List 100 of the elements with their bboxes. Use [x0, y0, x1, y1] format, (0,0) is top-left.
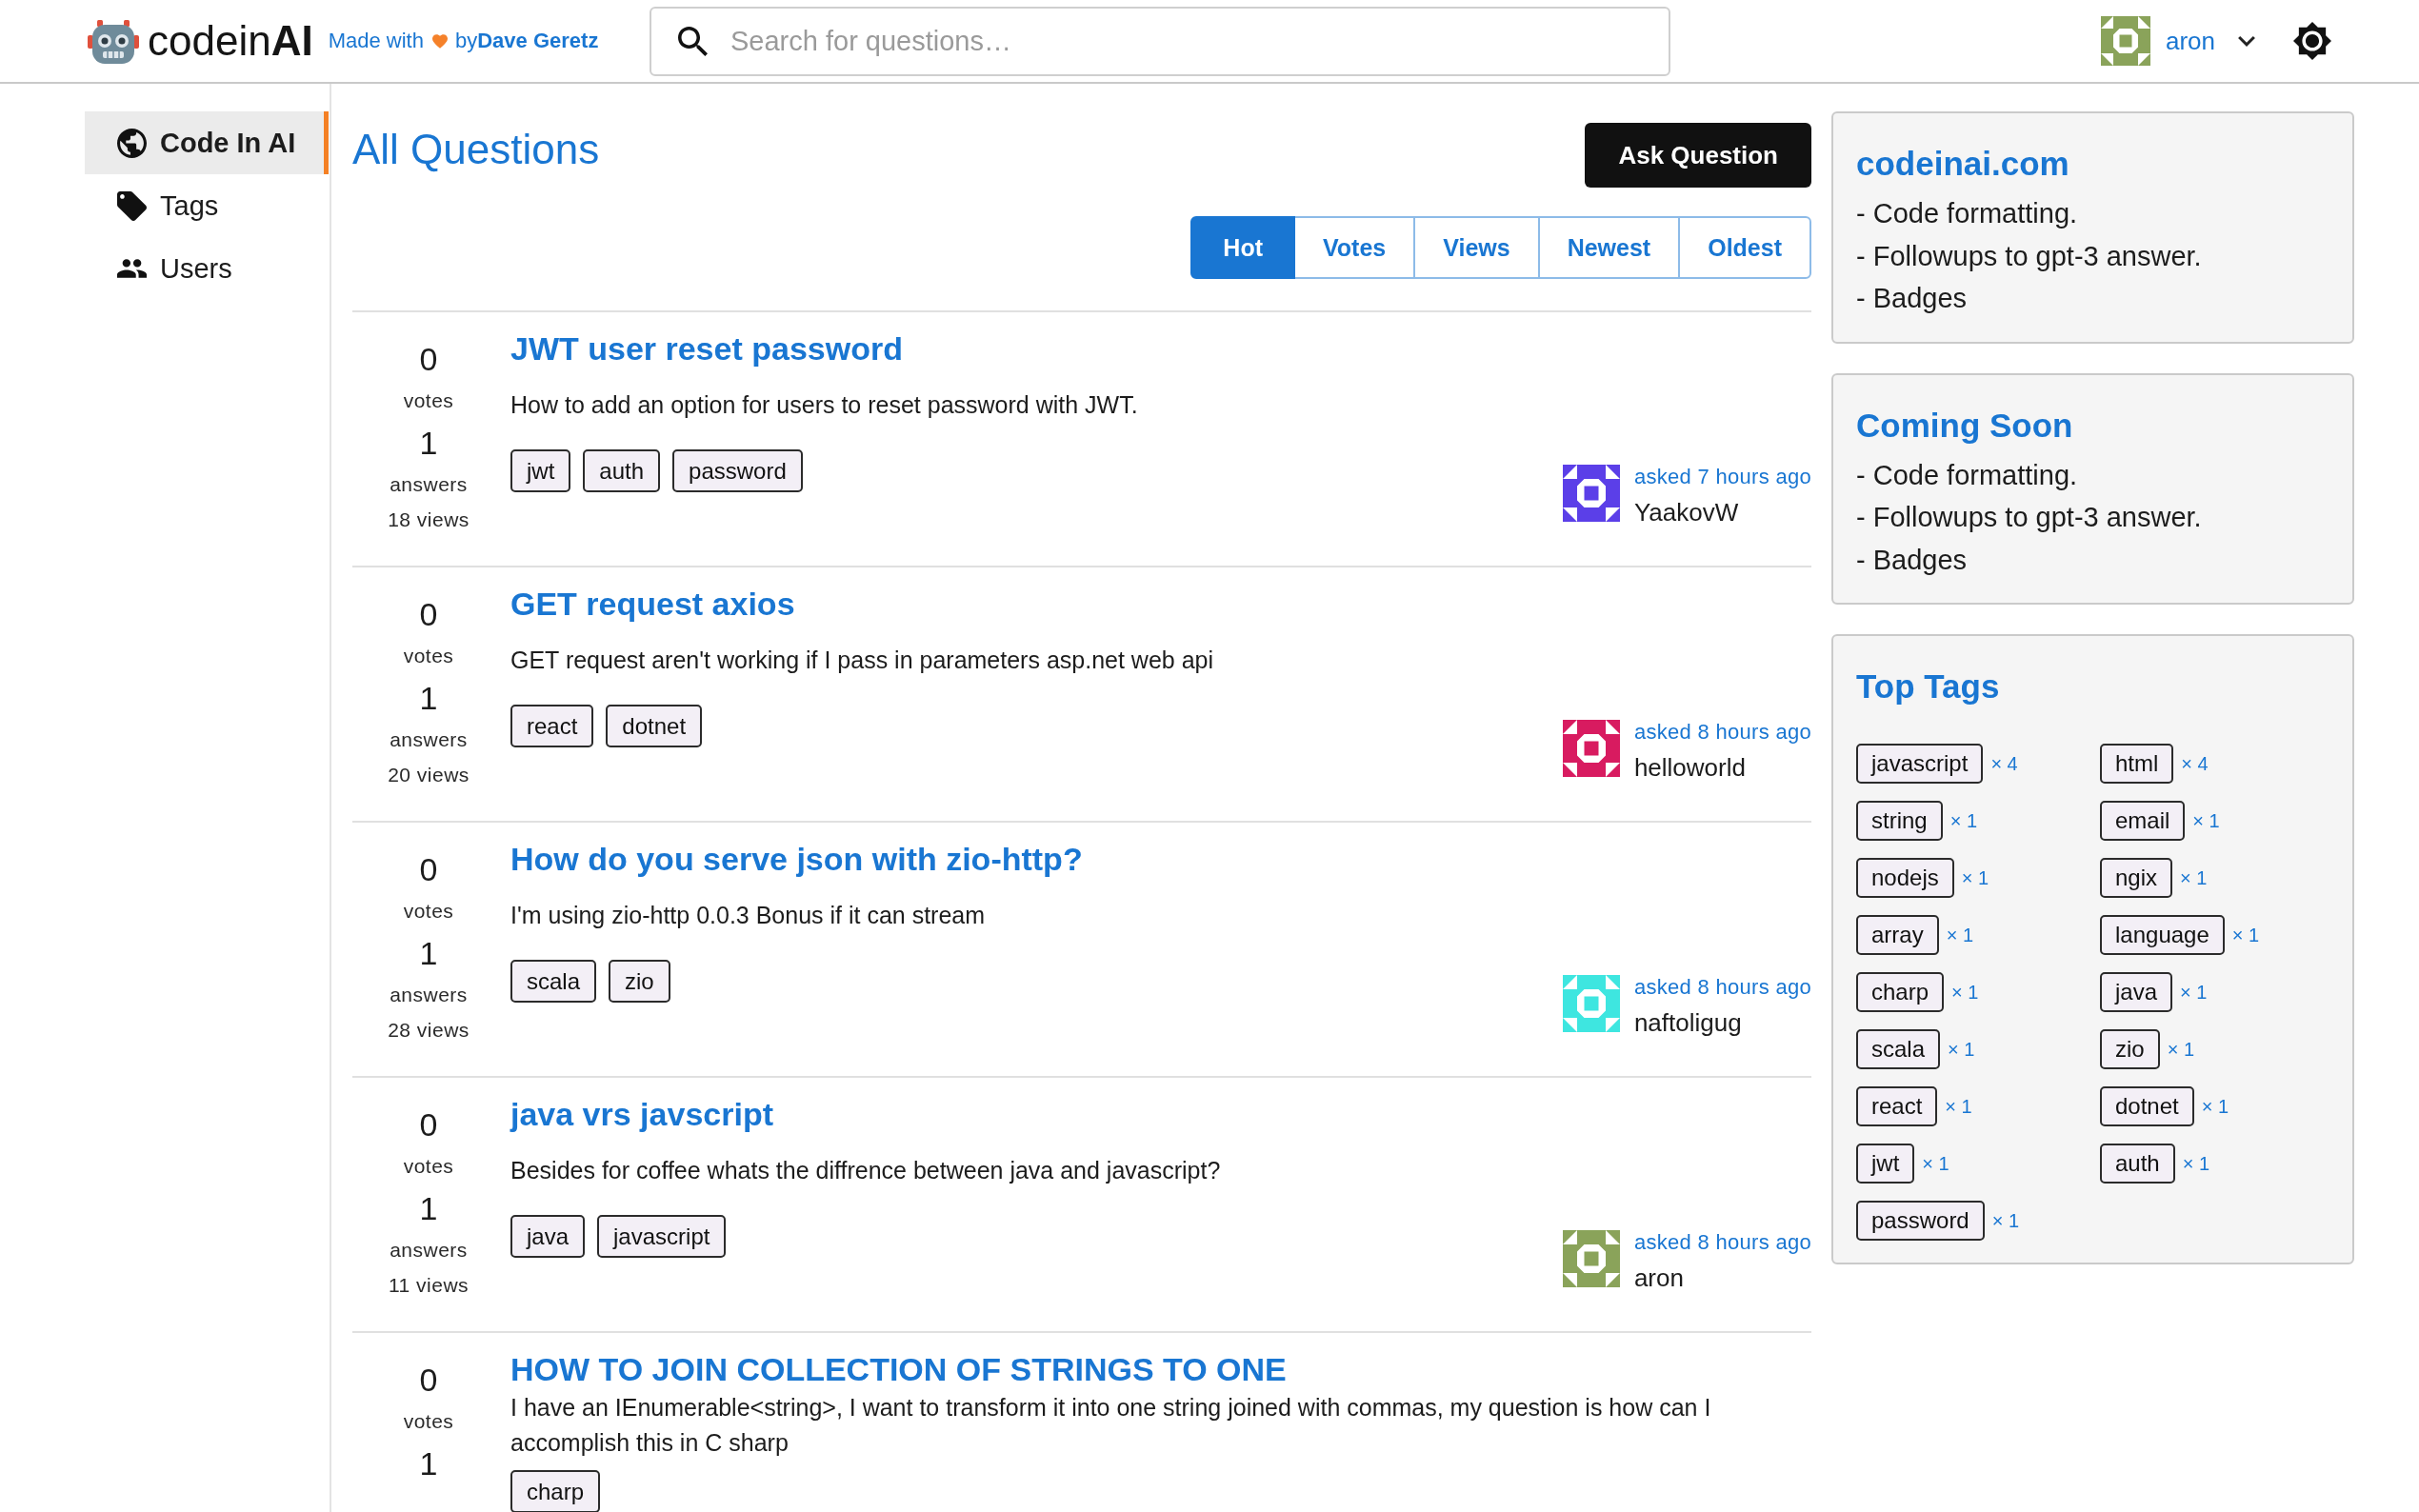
sort-tab[interactable]: Oldest	[1678, 216, 1811, 279]
tag-count: × 1	[1991, 1209, 2020, 1232]
question-title[interactable]: JWT user reset password	[510, 328, 1811, 369]
tag-chip[interactable]: language	[2100, 915, 2225, 955]
tag-chip[interactable]: java	[2100, 972, 2173, 1012]
sort-tab[interactable]: Hot	[1190, 216, 1295, 279]
sort-tab[interactable]: Newest	[1537, 216, 1681, 279]
heart-icon	[431, 33, 448, 49]
answer-count: 1	[419, 1444, 438, 1483]
tag-chip[interactable]: react	[510, 705, 594, 747]
asked-time: asked 8 hours ago	[1633, 974, 1811, 1001]
tag-chip[interactable]: zio	[2100, 1029, 2160, 1069]
author-name[interactable]: YaakovW	[1633, 494, 1811, 530]
search-field[interactable]: Search for questions…	[650, 6, 1670, 76]
tag-chip[interactable]: scala	[1856, 1029, 1941, 1069]
tag-chip[interactable]: jwt	[510, 449, 571, 492]
tag-chip[interactable]: auth	[583, 449, 661, 492]
author-link[interactable]: byDave Geretz	[454, 29, 599, 53]
tag-count: × 4	[2181, 752, 2209, 775]
question-title[interactable]: HOW TO JOIN COLLECTION OF STRINGS TO ONE	[510, 1348, 1811, 1390]
feature-line: - Badges	[1856, 543, 1969, 577]
tag-count: × 1	[2192, 809, 2220, 832]
tag-count: × 1	[1961, 866, 1989, 889]
tag-chip[interactable]: javascript	[1856, 744, 1984, 784]
tag-chip[interactable]: dotnet	[606, 705, 703, 747]
user-menu-button[interactable]: aron	[2100, 16, 2255, 66]
asked-time: asked 8 hours ago	[1633, 719, 1811, 746]
votes-label: votes	[403, 899, 454, 924]
feature-line: - Badges	[1856, 282, 1969, 315]
vote-count: 0	[419, 1105, 438, 1144]
question-title[interactable]: GET request axios	[510, 583, 1811, 625]
tag-chip[interactable]: password	[672, 449, 803, 492]
tag-chip[interactable]: javascript	[597, 1215, 727, 1258]
sidebar-item[interactable]: Tags	[85, 174, 329, 237]
sidebar-item[interactable]: Code In AI	[85, 111, 329, 174]
logo-wordmark[interactable]: codeinAI	[148, 17, 313, 65]
sort-tab[interactable]: Views	[1413, 216, 1540, 279]
tag-chip[interactable]: zio	[609, 960, 670, 1003]
robot-logo-icon	[88, 18, 139, 64]
vote-count: 0	[419, 1361, 438, 1400]
tag-chip[interactable]: charp	[510, 1470, 601, 1512]
tag-count: × 1	[2182, 1152, 2210, 1175]
answer-count: 1	[419, 1189, 438, 1228]
tag-chip[interactable]: jwt	[1856, 1144, 1915, 1184]
author-name[interactable]: naftoligug	[1633, 1005, 1811, 1041]
answer-count: 1	[419, 424, 438, 463]
question-excerpt: How to add an option for users to reset password with JWT.	[510, 389, 1138, 420]
tag-count: × 1	[2167, 1038, 2195, 1061]
chevron-down-icon	[2238, 35, 2255, 47]
asked-time: asked 8 hours ago	[1633, 1229, 1811, 1256]
votes-label: votes	[403, 1154, 454, 1179]
tag-count: × 4	[1990, 752, 2018, 775]
vote-count: 0	[419, 340, 438, 379]
users-icon	[117, 259, 147, 278]
question-title[interactable]: java vrs javscript	[510, 1093, 1811, 1135]
tag-count: × 1	[2180, 866, 2208, 889]
author-name[interactable]: helloworld	[1633, 749, 1811, 786]
tag-count: × 1	[2201, 1095, 2229, 1118]
tag-chip[interactable]: html	[2100, 744, 2174, 784]
credit-text: Made with	[328, 29, 424, 53]
page-title: All Questions	[352, 125, 600, 174]
ask-question-button[interactable]: Ask Question	[1585, 123, 1811, 188]
question-excerpt: Besides for coffee whats the diffrence between java and javascript?	[510, 1155, 1221, 1185]
answer-count: 1	[419, 679, 438, 718]
answers-label: answers	[390, 472, 468, 497]
tag-chip[interactable]: auth	[2100, 1144, 2175, 1184]
answers-label: answers	[390, 1238, 468, 1263]
tag-chip[interactable]: password	[1856, 1201, 1985, 1241]
search-icon	[678, 26, 708, 56]
tag-count: × 1	[1951, 981, 1979, 1004]
question-title[interactable]: How do you serve json with zio-http?	[510, 838, 1811, 880]
sidebar-item[interactable]: Users	[85, 237, 329, 300]
feature-line: - Followups to gpt-3 answer.	[1856, 501, 2203, 534]
card-title: codeinai.com	[1856, 144, 2070, 184]
tag-chip[interactable]: charp	[1856, 972, 1945, 1012]
tag-chip[interactable]: java	[510, 1215, 586, 1258]
sort-tab[interactable]: Votes	[1293, 216, 1416, 279]
tag-chip[interactable]: scala	[510, 960, 597, 1003]
tag-count: × 1	[1946, 924, 1974, 946]
tag-chip[interactable]: react	[1856, 1086, 1938, 1126]
tag-chip[interactable]: array	[1856, 915, 1939, 955]
tag-chip[interactable]: ngix	[2100, 858, 2173, 898]
vote-count: 0	[419, 595, 438, 634]
author-name[interactable]: aron	[1633, 1260, 1811, 1296]
tag-chip[interactable]: nodejs	[1856, 858, 1954, 898]
view-count: 18 views	[388, 507, 470, 532]
question-excerpt: I'm using zio-http 0.0.3 Bonus if it can stream	[510, 900, 986, 930]
vote-count: 0	[419, 850, 438, 889]
card-title: Coming Soon	[1856, 405, 2074, 446]
answers-label: answers	[390, 983, 468, 1007]
tag-count: × 1	[2180, 981, 2208, 1004]
view-count: 11 views	[388, 1273, 470, 1298]
brightness-icon[interactable]	[2293, 22, 2331, 60]
card-title: Top Tags	[1856, 666, 2001, 706]
tag-chip[interactable]: string	[1856, 801, 1943, 841]
answer-count: 1	[419, 934, 438, 973]
tag-chip[interactable]: dotnet	[2100, 1086, 2194, 1126]
tag-chip[interactable]: email	[2100, 801, 2186, 841]
answers-label: answers	[390, 727, 468, 752]
view-count: 20 views	[388, 763, 470, 787]
